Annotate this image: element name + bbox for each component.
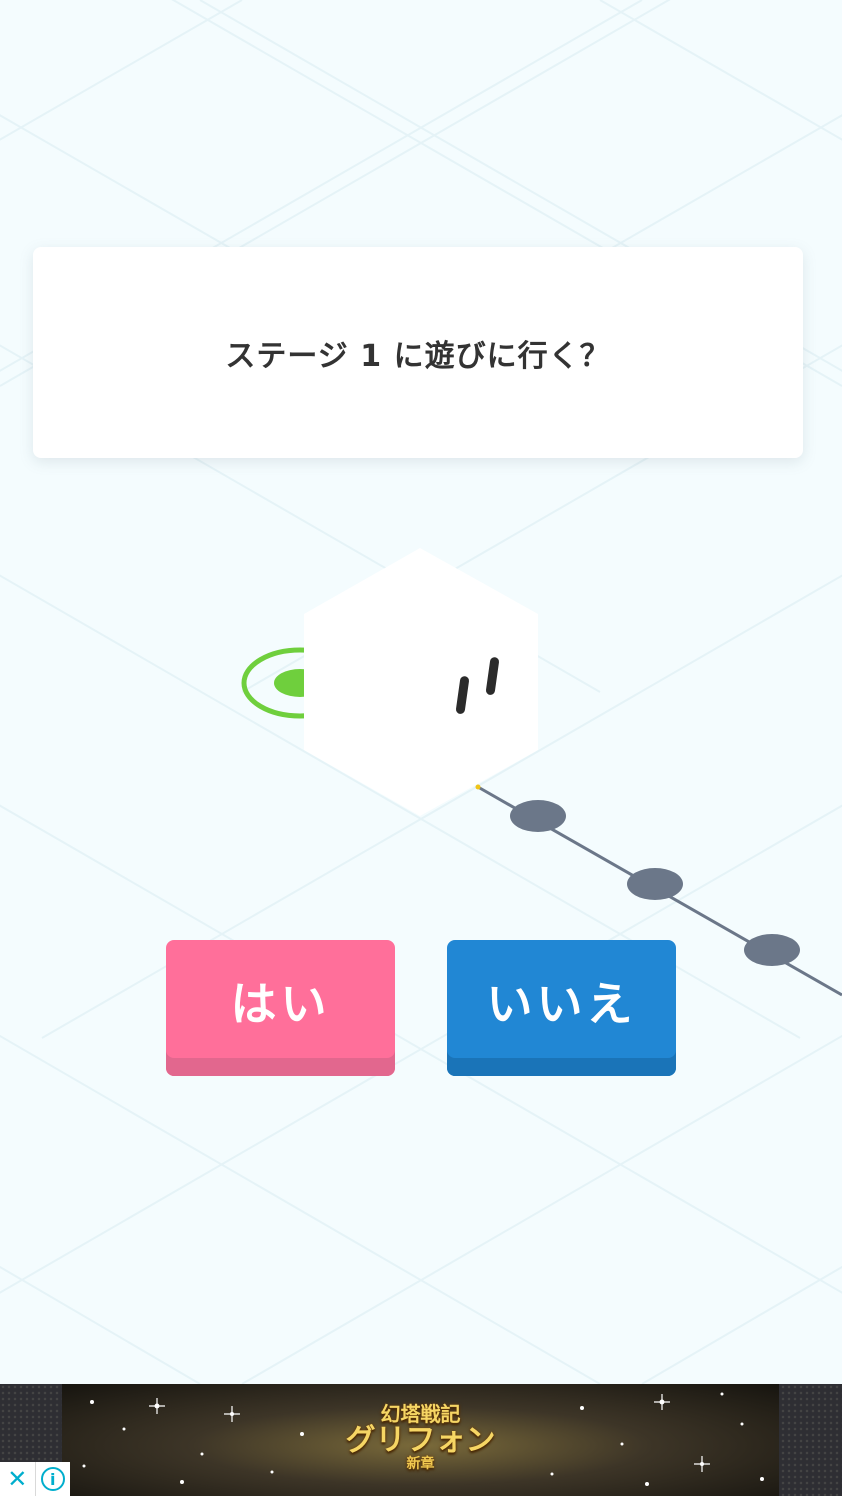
dialog-message: ステージ 1 に遊びに行く？ bbox=[225, 338, 611, 374]
ad-controls: ✕ i bbox=[0, 1462, 70, 1496]
stage-prompt-dialog: ステージ 1 に遊びに行く？ bbox=[33, 247, 803, 458]
ad-banner[interactable]: 幻塔戦記 グリフォン 新章 bbox=[62, 1384, 779, 1496]
stage-node[interactable] bbox=[510, 800, 566, 832]
yes-button[interactable]: はい bbox=[166, 940, 395, 1076]
no-button[interactable]: いいえ bbox=[447, 940, 676, 1076]
ad-title: 幻塔戦記 グリフォン 新章 bbox=[345, 1402, 496, 1472]
stage-node[interactable] bbox=[627, 868, 683, 900]
stage-node[interactable] bbox=[744, 934, 800, 966]
cube-character bbox=[304, 548, 538, 816]
stage-map-scene bbox=[241, 548, 842, 997]
info-icon[interactable]: i bbox=[34, 1462, 71, 1496]
close-icon[interactable]: ✕ bbox=[0, 1462, 35, 1496]
